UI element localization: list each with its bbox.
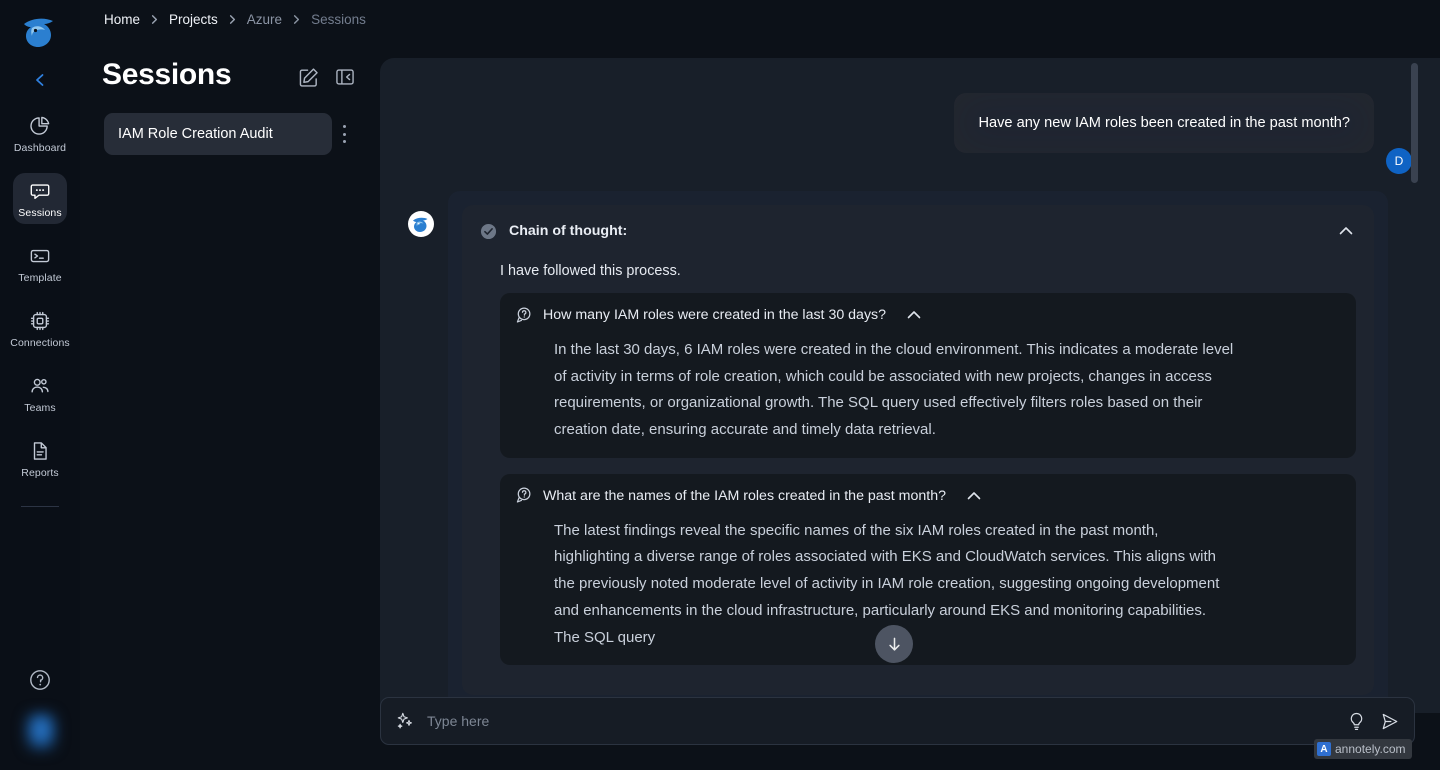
annotely-watermark: A annotely.com bbox=[1314, 739, 1413, 759]
send-icon bbox=[1382, 713, 1398, 729]
chat-scroll-area[interactable]: Have any new IAM roles been created in t… bbox=[380, 58, 1440, 713]
chevron-right-icon bbox=[149, 14, 160, 25]
terminal-icon bbox=[28, 244, 52, 268]
people-icon bbox=[28, 374, 52, 398]
chain-of-thought-step: What are the names of the IAM roles crea… bbox=[500, 473, 1356, 666]
sparkle-icon bbox=[395, 711, 415, 731]
chevron-up-icon bbox=[1339, 227, 1353, 235]
session-name: IAM Role Creation Audit bbox=[118, 126, 273, 142]
chain-of-thought-header: Chain of thought: bbox=[480, 221, 1356, 241]
question-bubble-icon bbox=[514, 486, 533, 505]
edit-session-button[interactable] bbox=[297, 66, 320, 89]
chain-of-thought-title: Chain of thought: bbox=[509, 223, 628, 239]
breadcrumb: Home Projects Azure Sessions bbox=[104, 12, 366, 27]
chevron-up-icon bbox=[967, 491, 981, 500]
chevron-right-icon bbox=[291, 14, 302, 25]
step-question: What are the names of the IAM roles crea… bbox=[543, 487, 946, 504]
edit-square-icon bbox=[299, 68, 318, 87]
breadcrumb-item-sessions: Sessions bbox=[311, 12, 366, 27]
page-title: Sessions bbox=[102, 58, 232, 91]
eagle-logo-icon bbox=[24, 18, 53, 47]
lightbulb-icon bbox=[1350, 712, 1363, 730]
sidebar-item-label: Template bbox=[18, 272, 62, 284]
chevron-right-icon bbox=[227, 14, 238, 25]
breadcrumb-item-projects[interactable]: Projects bbox=[169, 12, 218, 27]
sidebar-item-reports[interactable]: Reports bbox=[13, 433, 67, 484]
step-header: How many IAM roles were created in the l… bbox=[514, 305, 1342, 325]
sidebar: Dashboard Sessions Template Connections … bbox=[0, 0, 80, 770]
chevron-left-icon bbox=[36, 74, 44, 86]
annotely-watermark-text: annotely.com bbox=[1335, 742, 1406, 756]
document-icon bbox=[28, 439, 52, 463]
chain-of-thought-toggle[interactable] bbox=[1336, 221, 1356, 241]
chat-scrollbar-thumb[interactable] bbox=[1411, 63, 1418, 183]
scroll-to-bottom-button[interactable] bbox=[875, 625, 913, 663]
chevron-up-icon bbox=[907, 311, 921, 319]
sidebar-item-teams[interactable]: Teams bbox=[13, 368, 67, 419]
chain-of-thought-intro: I have followed this process. bbox=[500, 263, 681, 279]
help-button[interactable] bbox=[28, 668, 52, 692]
chat-panel: Have any new IAM roles been created in t… bbox=[380, 58, 1440, 713]
chip-icon bbox=[28, 309, 52, 333]
pie-chart-icon bbox=[28, 114, 52, 138]
app-logo[interactable] bbox=[18, 10, 62, 54]
panel-collapse-icon bbox=[336, 69, 354, 85]
step-answer: In the last 30 days, 6 IAM roles were cr… bbox=[554, 341, 1234, 439]
sidebar-item-connections[interactable]: Connections bbox=[10, 303, 70, 354]
sidebar-item-label: Dashboard bbox=[13, 142, 67, 154]
collapse-panel-button[interactable] bbox=[334, 66, 356, 88]
step-toggle[interactable] bbox=[964, 486, 984, 506]
message-composer bbox=[380, 697, 1415, 745]
user-avatar[interactable] bbox=[24, 712, 58, 752]
session-list-item[interactable]: IAM Role Creation Audit bbox=[104, 113, 332, 155]
sidebar-item-template[interactable]: Template bbox=[13, 238, 67, 289]
sidebar-item-dashboard[interactable]: Dashboard bbox=[13, 108, 67, 159]
step-question: How many IAM roles were created in the l… bbox=[543, 307, 887, 323]
sidebar-item-label: Reports bbox=[21, 467, 59, 479]
check-circle-icon bbox=[480, 223, 497, 240]
assistant-message-bubble: Chain of thought: I have followed this p… bbox=[448, 191, 1388, 711]
user-message-bubble: Have any new IAM roles been created in t… bbox=[954, 93, 1374, 154]
question-circle-icon bbox=[30, 670, 50, 690]
annotely-logo-icon: A bbox=[1317, 742, 1331, 756]
breadcrumb-item-azure[interactable]: Azure bbox=[247, 12, 282, 27]
chain-of-thought-card: Chain of thought: I have followed this p… bbox=[462, 205, 1374, 696]
chat-input[interactable] bbox=[427, 713, 1334, 729]
arrow-down-icon bbox=[888, 637, 900, 651]
sidebar-item-label: Sessions bbox=[18, 207, 62, 219]
assistant-avatar bbox=[408, 211, 434, 237]
chain-of-thought-step: How many IAM roles were created in the l… bbox=[500, 293, 1356, 458]
session-options-button[interactable] bbox=[338, 122, 350, 146]
suggestions-button[interactable] bbox=[1346, 711, 1367, 732]
eagle-logo-icon bbox=[413, 217, 428, 232]
sidebar-item-label: Teams bbox=[24, 402, 56, 414]
sidebar-item-sessions[interactable]: Sessions bbox=[13, 173, 67, 224]
chat-bubble-icon bbox=[28, 179, 52, 203]
sidebar-item-label: Connections bbox=[10, 337, 70, 349]
more-vertical-icon bbox=[342, 140, 346, 143]
more-vertical-icon bbox=[342, 132, 346, 136]
step-toggle[interactable] bbox=[904, 305, 924, 325]
step-header: What are the names of the IAM roles crea… bbox=[514, 486, 1342, 506]
more-vertical-icon bbox=[342, 125, 346, 128]
user-message: Have any new IAM roles been created in t… bbox=[954, 93, 1412, 174]
send-button[interactable] bbox=[1379, 711, 1400, 732]
question-bubble-icon bbox=[514, 306, 533, 325]
breadcrumb-item-home[interactable]: Home bbox=[104, 12, 140, 27]
sidebar-collapse-button[interactable] bbox=[23, 66, 57, 94]
sidebar-divider bbox=[21, 506, 59, 507]
user-message-avatar: D bbox=[1386, 148, 1412, 174]
